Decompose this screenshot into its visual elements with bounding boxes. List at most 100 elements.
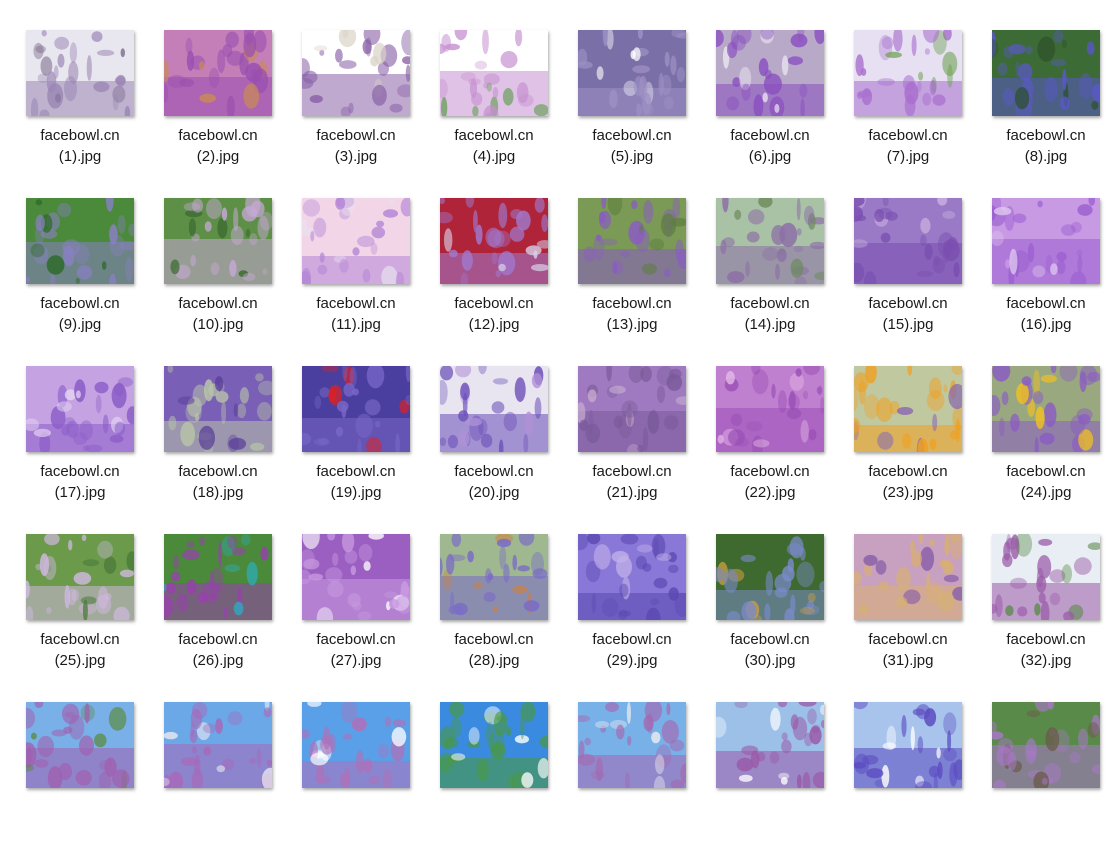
lilac-pink-photo[interactable]	[716, 366, 824, 452]
file-item[interactable]: facebowl.cn (30).jpg	[690, 534, 828, 684]
lavender-purple-photo[interactable]	[992, 198, 1100, 284]
lilac-bouquet-photo[interactable]	[440, 30, 548, 116]
lavender-basket-photo[interactable]	[164, 30, 272, 116]
lavender-red-bokeh-photo[interactable]	[440, 198, 548, 284]
file-item[interactable]: facebowl.cn (1).jpg	[0, 30, 138, 180]
lilac-wood-photo[interactable]	[716, 30, 824, 116]
green-path-photo[interactable]	[440, 702, 548, 788]
file-name-label[interactable]: facebowl.cn (6).jpg	[700, 125, 840, 167]
yellow-butterfly-photo[interactable]	[992, 366, 1100, 452]
blue-butterfly-photo[interactable]	[164, 534, 272, 620]
file-name-label[interactable]: facebowl.cn (22).jpg	[700, 461, 840, 503]
file-item[interactable]: facebowl.cn (8).jpg	[966, 30, 1104, 180]
treble-clef-sculpture-photo[interactable]	[26, 702, 134, 788]
file-name-label[interactable]: facebowl.cn (7).jpg	[838, 125, 978, 167]
windmill-field-photo[interactable]	[716, 702, 824, 788]
file-item[interactable]: facebowl.cn (14).jpg	[690, 198, 828, 348]
lavender-path-photo[interactable]	[992, 534, 1100, 620]
file-name-label[interactable]: facebowl.cn (3).jpg	[286, 125, 426, 167]
file-name-label[interactable]: facebowl.cn (4).jpg	[424, 125, 564, 167]
lavender-bundle-field-photo[interactable]	[578, 366, 686, 452]
file-name-label[interactable]: facebowl.cn (19).jpg	[286, 461, 426, 503]
file-item[interactable]	[690, 702, 828, 852]
file-item[interactable]	[414, 702, 552, 852]
lavender-light-photo[interactable]	[26, 366, 134, 452]
lavender-bee-photo[interactable]	[578, 198, 686, 284]
lavender-basket-field-photo[interactable]	[854, 534, 962, 620]
file-name-label[interactable]: facebowl.cn (31).jpg	[838, 629, 978, 671]
lavender-heart-photo[interactable]	[578, 30, 686, 116]
file-item[interactable]: facebowl.cn (29).jpg	[552, 534, 690, 684]
file-item[interactable]: facebowl.cn (26).jpg	[138, 534, 276, 684]
pergola-field-photo[interactable]	[992, 702, 1100, 788]
file-name-label[interactable]: facebowl.cn (13).jpg	[562, 293, 702, 335]
file-name-label[interactable]: facebowl.cn (26).jpg	[148, 629, 288, 671]
file-name-label[interactable]: facebowl.cn (27).jpg	[286, 629, 426, 671]
file-item[interactable]: facebowl.cn (27).jpg	[276, 534, 414, 684]
file-item[interactable]	[552, 702, 690, 852]
file-name-label[interactable]: facebowl.cn (28).jpg	[424, 629, 564, 671]
file-name-label[interactable]: facebowl.cn (14).jpg	[700, 293, 840, 335]
file-item[interactable]: facebowl.cn (23).jpg	[828, 366, 966, 516]
lavender-sky-photo[interactable]	[440, 366, 548, 452]
file-name-label[interactable]: facebowl.cn (23).jpg	[838, 461, 978, 503]
lavender-mixed-photo[interactable]	[164, 366, 272, 452]
file-item[interactable]: facebowl.cn (31).jpg	[828, 534, 966, 684]
salvia-flowers-photo[interactable]	[992, 30, 1100, 116]
file-item[interactable]: facebowl.cn (22).jpg	[690, 366, 828, 516]
lavender-sprigs-photo[interactable]	[302, 30, 410, 116]
file-item[interactable]: facebowl.cn (17).jpg	[0, 366, 138, 516]
file-item[interactable]	[276, 702, 414, 852]
pavilion-field-photo[interactable]	[854, 702, 962, 788]
file-item[interactable]: facebowl.cn (28).jpg	[414, 534, 552, 684]
file-item[interactable]	[0, 702, 138, 852]
lavender-white-photo[interactable]	[26, 534, 134, 620]
file-item[interactable]: facebowl.cn (19).jpg	[276, 366, 414, 516]
file-item[interactable]: facebowl.cn (12).jpg	[414, 198, 552, 348]
bee-wisteria-photo[interactable]	[716, 534, 824, 620]
file-name-label[interactable]: facebowl.cn (12).jpg	[424, 293, 564, 335]
love-letters-photo[interactable]	[164, 702, 272, 788]
file-item[interactable]: facebowl.cn (18).jpg	[138, 366, 276, 516]
lavender-field-photo[interactable]	[164, 198, 272, 284]
file-item[interactable]	[966, 702, 1104, 852]
lavender-bundle-photo[interactable]	[26, 30, 134, 116]
file-name-label[interactable]: facebowl.cn (20).jpg	[424, 461, 564, 503]
file-item[interactable]: facebowl.cn (7).jpg	[828, 30, 966, 180]
file-item[interactable]	[828, 702, 966, 852]
file-item[interactable]: facebowl.cn (3).jpg	[276, 30, 414, 180]
file-item[interactable]: facebowl.cn (10).jpg	[138, 198, 276, 348]
file-name-label[interactable]: facebowl.cn (32).jpg	[976, 629, 1116, 671]
file-item[interactable]: facebowl.cn (6).jpg	[690, 30, 828, 180]
file-item[interactable]: facebowl.cn (9).jpg	[0, 198, 138, 348]
lilac-branch-photo[interactable]	[854, 30, 962, 116]
file-name-label[interactable]: facebowl.cn (15).jpg	[838, 293, 978, 335]
lavender-rows-photo[interactable]	[716, 198, 824, 284]
file-item[interactable]: facebowl.cn (20).jpg	[414, 366, 552, 516]
white-sculpture-photo[interactable]	[302, 702, 410, 788]
file-item[interactable]: facebowl.cn (5).jpg	[552, 30, 690, 180]
file-name-label[interactable]: facebowl.cn (1).jpg	[10, 125, 150, 167]
file-name-label[interactable]: facebowl.cn (10).jpg	[148, 293, 288, 335]
file-item[interactable]: facebowl.cn (16).jpg	[966, 198, 1104, 348]
orange-flower-photo[interactable]	[854, 366, 962, 452]
file-name-label[interactable]: facebowl.cn (5).jpg	[562, 125, 702, 167]
file-item[interactable]: facebowl.cn (21).jpg	[552, 366, 690, 516]
file-name-label[interactable]: facebowl.cn (30).jpg	[700, 629, 840, 671]
file-item[interactable]: facebowl.cn (32).jpg	[966, 534, 1104, 684]
file-name-label[interactable]: facebowl.cn (21).jpg	[562, 461, 702, 503]
file-name-label[interactable]: facebowl.cn (29).jpg	[562, 629, 702, 671]
file-name-label[interactable]: facebowl.cn (16).jpg	[976, 293, 1116, 335]
file-item[interactable]: facebowl.cn (13).jpg	[552, 198, 690, 348]
file-item[interactable]: facebowl.cn (2).jpg	[138, 30, 276, 180]
file-item[interactable]: facebowl.cn (11).jpg	[276, 198, 414, 348]
file-name-label[interactable]: facebowl.cn (24).jpg	[976, 461, 1116, 503]
file-name-label[interactable]: facebowl.cn (17).jpg	[10, 461, 150, 503]
swallowtail-photo[interactable]	[302, 534, 410, 620]
file-item[interactable]: facebowl.cn (15).jpg	[828, 198, 966, 348]
lavender-soft-photo[interactable]	[302, 198, 410, 284]
file-name-label[interactable]: facebowl.cn (25).jpg	[10, 629, 150, 671]
file-name-label[interactable]: facebowl.cn (11).jpg	[286, 293, 426, 335]
file-name-label[interactable]: facebowl.cn (18).jpg	[148, 461, 288, 503]
tower-field-photo[interactable]	[578, 702, 686, 788]
